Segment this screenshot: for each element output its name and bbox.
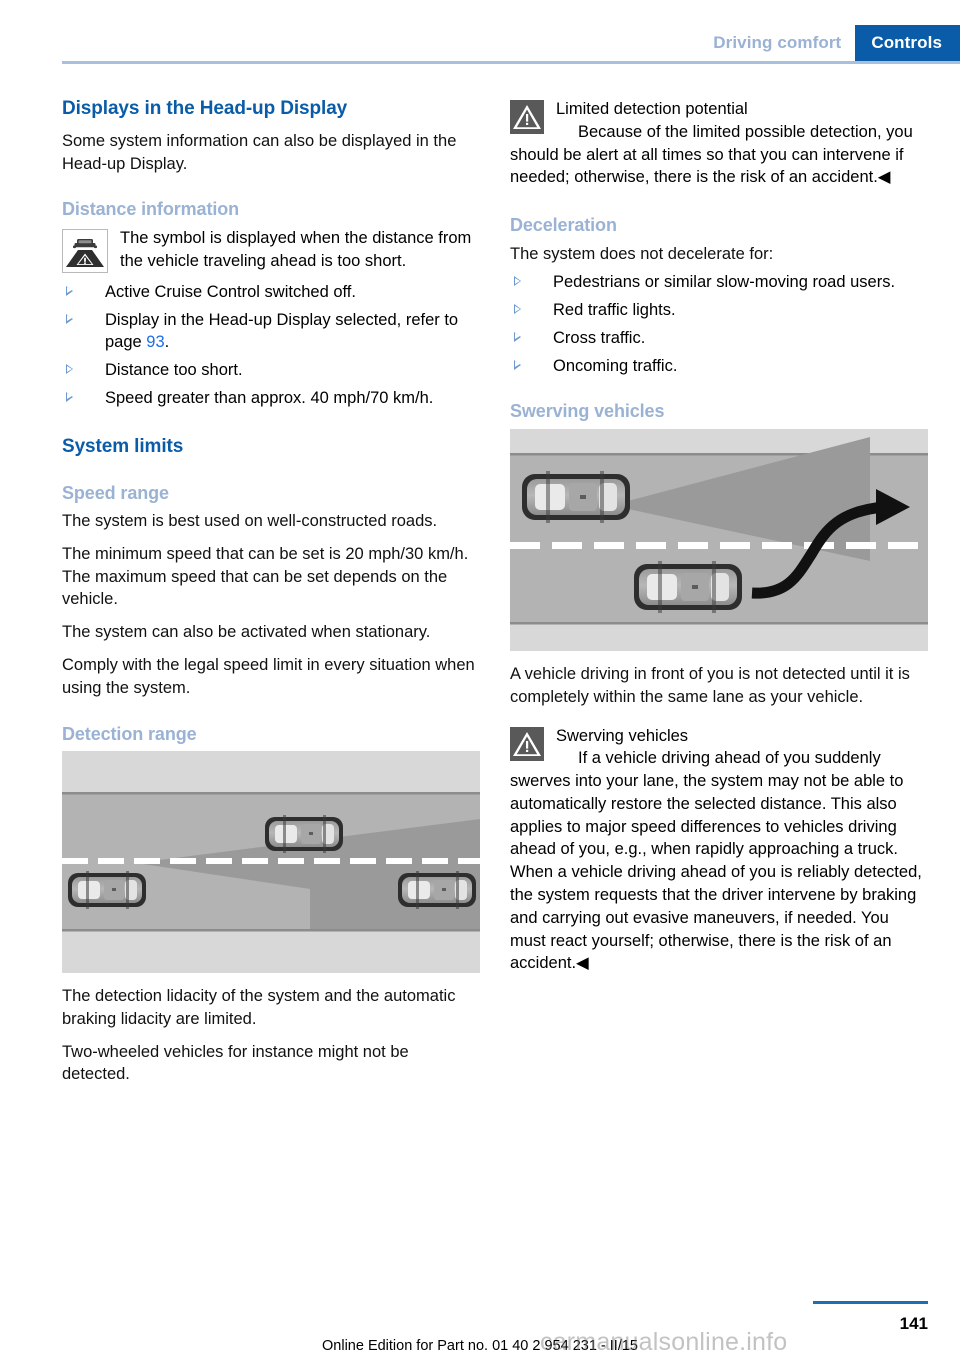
left-column: Displays in the Head-up Display Some sys… xyxy=(62,98,480,1096)
list-item-text: Distance too short. xyxy=(105,361,243,380)
warning-triangle-icon xyxy=(510,726,544,761)
vehicle-ahead-upper xyxy=(265,815,343,854)
distance-symbol-block: The symbol is displayed when the distanc… xyxy=(62,227,480,273)
triangle-bullet-icon xyxy=(66,285,73,296)
swerving-car xyxy=(634,561,742,614)
list-item: Oncoming traffic. xyxy=(510,355,928,378)
page-reference-link[interactable]: 93 xyxy=(146,333,164,351)
list-item: Active Cruise Control switched off. xyxy=(62,281,480,304)
list-item-text: Oncoming traffic. xyxy=(553,356,678,375)
list-item: Red traffic lights. xyxy=(510,299,928,322)
speed-range-paragraph-1: The system is best used on well-construc… xyxy=(62,512,438,531)
speed-range-paragraph-3: The system can also be activated when st… xyxy=(62,623,431,642)
warning-limited-body: Because of the limited possible detectio… xyxy=(510,122,913,187)
list-item: Display in the Head-up Display selected,… xyxy=(62,309,480,355)
deceleration-list: Pedestrians or similar slow-moving road … xyxy=(510,271,928,377)
vehicle-ahead-lower xyxy=(398,871,476,910)
detection-range-paragraph-2: Two-wheeled vehicles for instance might … xyxy=(62,1042,409,1084)
heading-system-limits: System limits xyxy=(62,435,184,457)
triangle-bullet-icon xyxy=(514,331,521,342)
intro-paragraph: Some system information can also be disp… xyxy=(62,131,457,173)
heading-swerving-vehicles: Swerving vehicles xyxy=(510,401,665,422)
speed-range-paragraph-2: The minimum speed that can be set is 20 … xyxy=(62,544,469,609)
triangle-bullet-icon xyxy=(66,313,73,324)
warning-swerving-block: Swerving vehicles If a vehicle driving a… xyxy=(510,725,928,975)
distance-conditions-list: Active Cruise Control switched off. Disp… xyxy=(62,281,480,410)
list-item-text: Red traffic lights. xyxy=(553,301,676,320)
triangle-bullet-icon xyxy=(66,364,73,375)
distance-symbol-text: The symbol is displayed when the distanc… xyxy=(120,228,472,270)
list-item: Distance too short. xyxy=(62,359,480,382)
swerving-vehicles-figure xyxy=(510,429,928,652)
heading-detection-range: Detection range xyxy=(62,723,197,744)
warning-triangle-icon xyxy=(510,100,544,134)
page-number: 141 xyxy=(899,1314,928,1333)
heading-deceleration: Deceleration xyxy=(510,215,617,236)
list-item-text-after: . xyxy=(164,333,170,352)
warning-limited-detection-block: Limited detection potential Because of t… xyxy=(510,98,928,189)
warning-swerving-title: Swerving vehicles xyxy=(556,726,689,745)
triangle-bullet-icon xyxy=(514,304,521,315)
triangle-bullet-icon xyxy=(514,276,521,287)
page-footer: 141 Online Edition for Part no. 01 40 2 … xyxy=(0,1278,960,1362)
ego-car xyxy=(522,471,630,524)
footer-accent-rule xyxy=(813,1301,928,1304)
list-item: Speed greater than approx. 40 mph/70 km/… xyxy=(62,387,480,410)
distance-warning-symbol-icon xyxy=(62,228,108,273)
footer-edition-text: Online Edition for Part no. 01 40 2 954 … xyxy=(322,1338,638,1354)
page-body: Displays in the Head-up Display Some sys… xyxy=(0,0,960,1362)
list-item: Pedestrians or similar slow-moving road … xyxy=(510,271,928,294)
heading-speed-range: Speed range xyxy=(62,482,169,503)
warning-swerving-body: If a vehicle driving ahead of you sudden… xyxy=(510,749,922,973)
list-item-text: Active Cruise Control switched off. xyxy=(105,282,356,301)
ego-car xyxy=(68,871,146,910)
list-item-text: Cross traffic. xyxy=(553,328,646,347)
triangle-bullet-icon xyxy=(66,391,73,402)
speed-range-paragraph-4: Comply with the legal speed limit in eve… xyxy=(62,655,475,697)
page-title: Displays in the Head-up Display xyxy=(62,98,348,119)
list-item-text: Speed greater than approx. 40 mph/70 km/… xyxy=(105,388,434,407)
detection-range-paragraph-1: The detection lidacity of the system and… xyxy=(62,987,456,1028)
detection-range-figure xyxy=(62,751,480,974)
swerving-caption: A vehicle driving in front of you is not… xyxy=(510,665,910,706)
deceleration-intro: The system does not decelerate for: xyxy=(510,244,774,263)
site-watermark: carmanualsonline.info xyxy=(540,1328,788,1356)
list-item: Cross traffic. xyxy=(510,327,928,350)
list-item-text: Pedestrians or similar slow-moving road … xyxy=(553,273,896,292)
warning-limited-title: Limited detection potential xyxy=(556,100,748,118)
right-column: Limited detection potential Because of t… xyxy=(510,98,928,983)
heading-distance-information: Distance information xyxy=(62,199,240,220)
triangle-bullet-icon xyxy=(514,359,521,370)
